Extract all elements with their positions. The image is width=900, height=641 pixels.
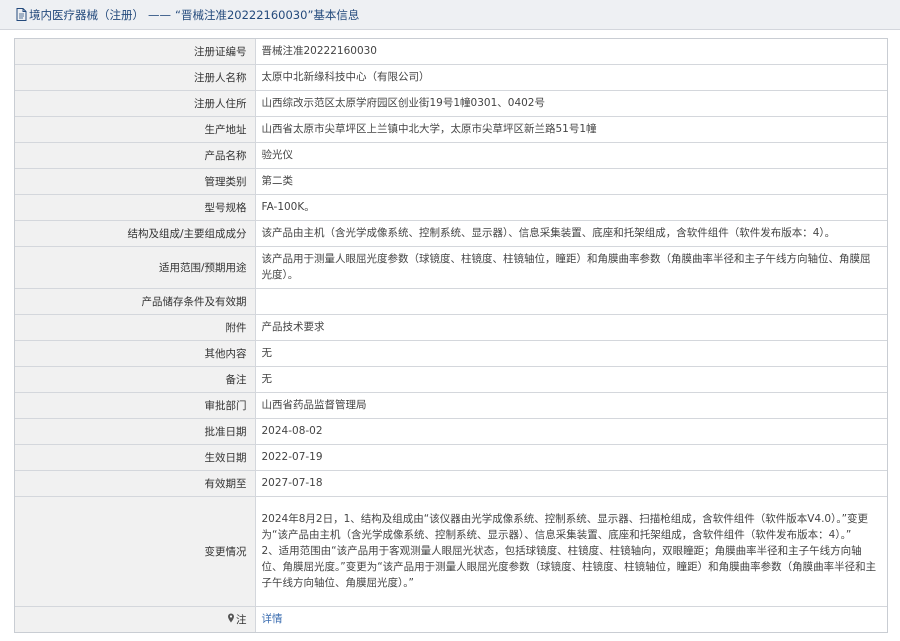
row-value: 2027-07-18 — [255, 470, 887, 497]
row-value: 2022-07-19 — [255, 444, 887, 471]
change-item-structure: 2024年8月2日，1、结构及组成由“该仪器由光学成像系统、控制系统、显示器、扫… — [261, 513, 869, 541]
row-value: 无 — [255, 340, 887, 367]
page-header: 境内医疗器械（注册） —— “晋械注准20222160030”基本信息 — [0, 0, 900, 30]
row-label: 生产地址 — [15, 116, 256, 143]
row-reg-no: 注册证编号 晋械注准20222160030 — [15, 39, 887, 65]
row-value: 无 — [255, 366, 887, 393]
row-label: 变更情况 — [15, 496, 256, 607]
row-label: 适用范围/预期用途 — [15, 246, 256, 289]
row-value: 验光仪 — [255, 142, 887, 169]
row-value: 山西省药品监督管理局 — [255, 392, 887, 419]
row-category: 管理类别 第二类 — [15, 168, 887, 195]
row-value: FA-100K。 — [255, 194, 887, 221]
row-approve-date: 批准日期 2024-08-02 — [15, 418, 887, 445]
row-value: 产品技术要求 — [255, 314, 887, 341]
row-label: 有效期至 — [15, 470, 256, 497]
row-label: 管理类别 — [15, 168, 256, 195]
row-label: 注册证编号 — [15, 39, 256, 65]
row-attachment: 附件 产品技术要求 — [15, 314, 887, 341]
row-changes: 变更情况 2024年8月2日，1、结构及组成由“该仪器由光学成像系统、控制系统、… — [15, 496, 887, 607]
row-production-address: 生产地址 山西省太原市尖草坪区上兰镇中北大学，太原市尖草坪区新兰路51号1幢 — [15, 116, 887, 143]
row-value: 2024-08-02 — [255, 418, 887, 445]
row-label: 产品名称 — [15, 142, 256, 169]
row-storage: 产品储存条件及有效期 — [15, 288, 887, 315]
row-label: 注册人名称 — [15, 64, 256, 91]
row-value: 山西综改示范区太原学府园区创业街19号1幢0301、0402号 — [255, 90, 887, 117]
row-structure: 结构及组成/主要组成成分 该产品由主机（含光学成像系统、控制系统、显示器）、信息… — [15, 220, 887, 247]
row-value: 第二类 — [255, 168, 887, 195]
row-other: 其他内容 无 — [15, 340, 887, 367]
row-product-name: 产品名称 验光仪 — [15, 142, 887, 169]
row-value: 2024年8月2日，1、结构及组成由“该仪器由光学成像系统、控制系统、显示器、扫… — [255, 496, 887, 607]
row-label: 审批部门 — [15, 392, 256, 419]
detail-table: 注册证编号 晋械注准20222160030 注册人名称 太原中北新缘科技中心（有… — [15, 39, 887, 632]
row-registrant: 注册人名称 太原中北新缘科技中心（有限公司） — [15, 64, 887, 91]
row-label: 生效日期 — [15, 444, 256, 471]
row-address: 注册人住所 山西综改示范区太原学府园区创业街19号1幢0301、0402号 — [15, 90, 887, 117]
row-note: 注 详情 — [15, 606, 887, 632]
row-label: 批准日期 — [15, 418, 256, 445]
row-label: 注册人住所 — [15, 90, 256, 117]
row-remark: 备注 无 — [15, 366, 887, 393]
row-label: 注 — [15, 606, 256, 632]
row-expiry-date: 有效期至 2027-07-18 — [15, 470, 887, 497]
row-label: 型号规格 — [15, 194, 256, 221]
detail-table-container: 注册证编号 晋械注准20222160030 注册人名称 太原中北新缘科技中心（有… — [14, 38, 888, 633]
row-label: 备注 — [15, 366, 256, 393]
row-label: 结构及组成/主要组成成分 — [15, 220, 256, 247]
row-value: 该产品由主机（含光学成像系统、控制系统、显示器）、信息采集装置、底座和托架组成，… — [255, 220, 887, 247]
row-value: 山西省太原市尖草坪区上兰镇中北大学，太原市尖草坪区新兰路51号1幢 — [255, 116, 887, 143]
row-model: 型号规格 FA-100K。 — [15, 194, 887, 221]
document-icon — [16, 8, 27, 21]
row-effective-date: 生效日期 2022-07-19 — [15, 444, 887, 471]
row-dept: 审批部门 山西省药品监督管理局 — [15, 392, 887, 419]
details-link[interactable]: 详情 — [262, 613, 283, 625]
note-label: 注 — [236, 613, 247, 626]
row-label: 附件 — [15, 314, 256, 341]
section-title: 境内医疗器械（注册） — [29, 7, 144, 22]
row-label: 产品储存条件及有效期 — [15, 288, 256, 315]
row-value: 详情 — [255, 606, 887, 632]
row-scope: 适用范围/预期用途 该产品用于测量人眼屈光度参数（球镜度、柱镜度、柱镜轴位，瞳距… — [15, 246, 887, 289]
row-value: 该产品用于测量人眼屈光度参数（球镜度、柱镜度、柱镜轴位，瞳距）和角膜曲率参数（角… — [255, 246, 887, 289]
record-title: “晋械注准20222160030”基本信息 — [175, 7, 360, 22]
row-value: 晋械注准20222160030 — [255, 39, 887, 65]
row-label: 其他内容 — [15, 340, 256, 367]
pin-icon — [227, 613, 235, 626]
change-item-scope: 2、适用范围由“该产品用于客观测量人眼屈光状态，包括球镜度、柱镜度、柱镜轴向，双… — [261, 545, 877, 589]
title-separator: —— — [148, 7, 171, 22]
row-value: 太原中北新缘科技中心（有限公司） — [255, 64, 887, 91]
row-value — [255, 288, 887, 315]
